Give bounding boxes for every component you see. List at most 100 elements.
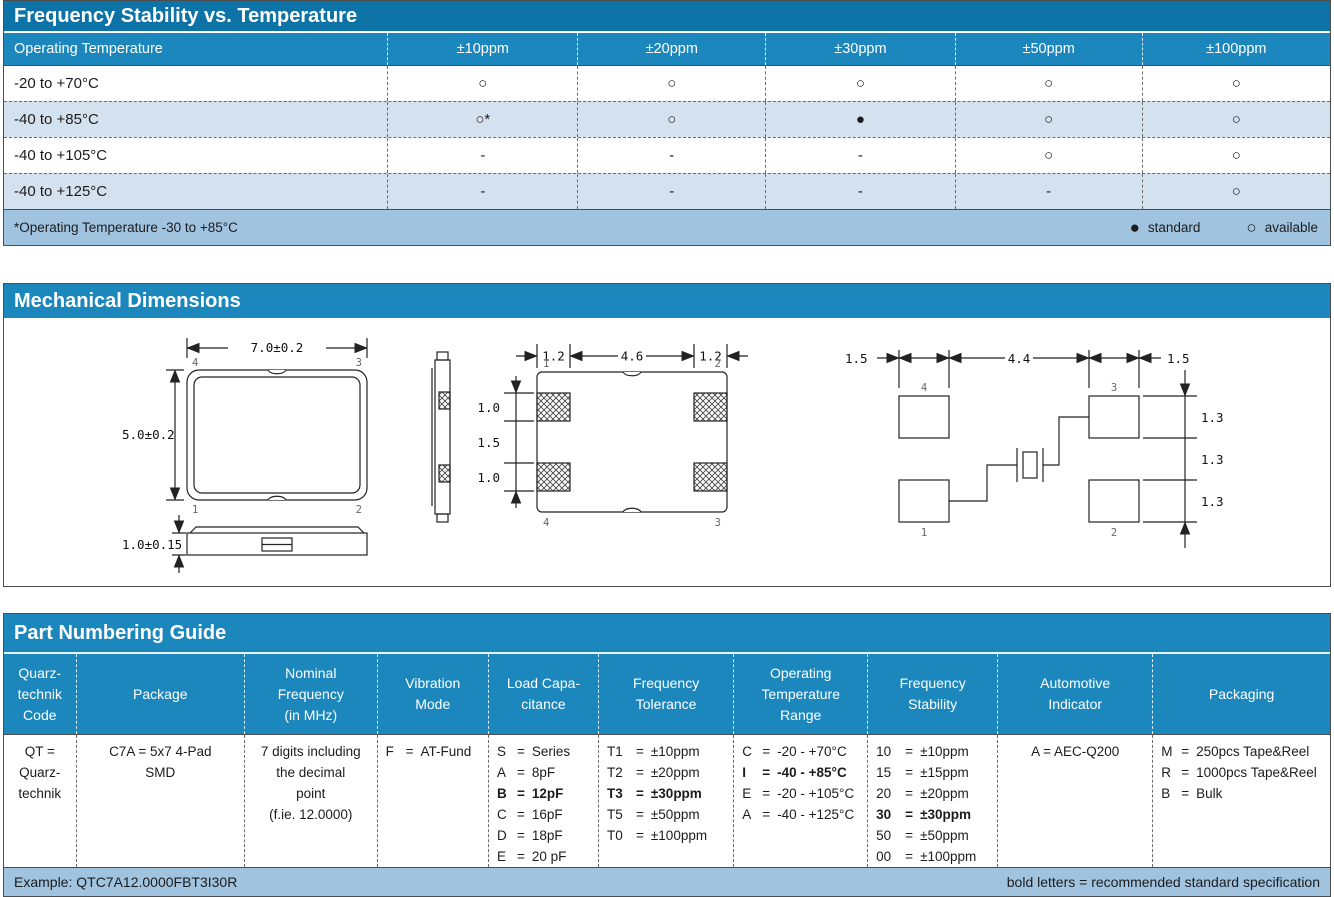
cell-load-capacitance: S=Series A=8pF B=12pF C=16pF D=18pF E=20… xyxy=(488,735,598,867)
availability-cell: ○* xyxy=(387,102,577,137)
code-value: 8pF xyxy=(532,763,555,784)
part-guide-body-row: QT = Quarz- technik C7A = 5x7 4-Pad SMD … xyxy=(4,735,1330,867)
code-value: ±15ppm xyxy=(920,763,969,784)
standard-icon: ● xyxy=(1130,219,1140,236)
land-dimension: 1.3 xyxy=(1201,494,1224,509)
code-value: ±30ppm xyxy=(651,784,702,805)
pad-number: 2 xyxy=(356,504,362,516)
code-key: T0 xyxy=(607,826,629,847)
equals-sign: = xyxy=(636,826,644,847)
table-row: -40 to +85°C ○* ○ ● ○ ○ xyxy=(4,101,1330,137)
equals-sign: = xyxy=(517,742,525,763)
pad-number: 2 xyxy=(715,358,721,370)
row-label: -40 to +125°C xyxy=(4,174,387,209)
cell-package: C7A = 5x7 4-Pad SMD xyxy=(76,735,244,867)
code-value: ±20ppm xyxy=(920,784,969,805)
code-key: T2 xyxy=(607,763,629,784)
code-key: 00 xyxy=(876,847,898,867)
equals-sign: = xyxy=(517,805,525,826)
code-value: 16pF xyxy=(532,805,563,826)
code-key: I xyxy=(742,763,755,784)
availability-cell: - xyxy=(577,174,765,209)
availability-cell: ○ xyxy=(577,102,765,137)
row-label: -40 to +85°C xyxy=(4,102,387,137)
availability-cell: ○ xyxy=(1142,174,1330,209)
col-header-50ppm: ±50ppm xyxy=(955,33,1142,65)
availability-cell: ○ xyxy=(955,138,1142,173)
equals-sign: = xyxy=(762,805,770,826)
section-gap xyxy=(0,246,1334,283)
availability-cell: - xyxy=(955,174,1142,209)
availability-cell: ○ xyxy=(1142,138,1330,173)
thickness-dimension: 1.0±0.15 xyxy=(122,537,182,552)
cell-frequency-tolerance: T1=±10ppm T2=±20ppm T3=±30ppm T5=±50ppm … xyxy=(598,735,733,867)
availability-cell: ○ xyxy=(577,66,765,101)
code-value: ±10ppm xyxy=(920,742,969,763)
col-header-packaging: Packaging xyxy=(1152,654,1330,734)
land-dimension: 4.4 xyxy=(1008,351,1031,366)
col-header-10ppm: ±10ppm xyxy=(387,33,577,65)
part-guide-header-row: Quarz- technik Code Package Nominal Freq… xyxy=(4,652,1330,735)
pad-span-dimension: 4.6 xyxy=(621,349,644,364)
available-icon: ○ xyxy=(1246,219,1256,236)
width-dimension: 7.0±0.2 xyxy=(251,340,304,355)
code-key: S xyxy=(497,742,510,763)
row-label: -20 to +70°C xyxy=(4,66,387,101)
code-value: 18pF xyxy=(532,826,563,847)
availability-cell: ○ xyxy=(387,66,577,101)
example-part-number: Example: QTC7A12.0000FBT3I30R xyxy=(14,874,237,890)
equals-sign: = xyxy=(762,763,770,784)
code-value: Series xyxy=(532,742,570,763)
availability-cell: - xyxy=(387,174,577,209)
code-key: A xyxy=(497,763,510,784)
equals-sign: = xyxy=(406,742,414,763)
col-header-vibration-mode: Vibration Mode xyxy=(377,654,488,734)
table-row: -40 to +125°C - - - - ○ xyxy=(4,173,1330,209)
land-dimension: 1.5 xyxy=(845,351,868,366)
equals-sign: = xyxy=(905,784,913,805)
code-value: ±30ppm xyxy=(920,805,971,826)
availability-cell: - xyxy=(765,138,955,173)
legend-standard-label: standard xyxy=(1148,220,1201,235)
row-label: -40 to +105°C xyxy=(4,138,387,173)
equals-sign: = xyxy=(517,763,525,784)
code-value: ±100ppm xyxy=(920,847,976,867)
equals-sign: = xyxy=(517,784,525,805)
code-key: M xyxy=(1161,742,1174,763)
availability-cell: ○ xyxy=(955,66,1142,101)
col-header-frequency-tolerance: Frequency Tolerance xyxy=(598,654,733,734)
part-guide-footer: Example: QTC7A12.0000FBT3I30R bold lette… xyxy=(4,867,1330,896)
equals-sign: = xyxy=(636,742,644,763)
availability-cell: ● xyxy=(765,102,955,137)
equals-sign: = xyxy=(636,763,644,784)
pad-number: 2 xyxy=(1111,527,1117,539)
availability-cell: - xyxy=(577,138,765,173)
pad-height-dimension: 1.0 xyxy=(477,400,500,415)
bottom-view-drawing: 1.2 4.6 1.2 1.0 1.5 1.0 1 2 4 3 xyxy=(412,332,757,537)
bold-note: bold letters = recommended standard spec… xyxy=(1007,874,1320,890)
availability-cell: ○ xyxy=(1142,66,1330,101)
code-value: ±50ppm xyxy=(651,805,700,826)
availability-cell: - xyxy=(387,138,577,173)
footnote: *Operating Temperature -30 to +85°C xyxy=(14,220,238,235)
cell-automotive-indicator: A = AEC-Q200 xyxy=(997,735,1152,867)
code-key: E xyxy=(742,784,755,805)
part-numbering-guide-section: Part Numbering Guide Quarz- technik Code… xyxy=(3,613,1331,897)
pad-number: 1 xyxy=(921,527,927,539)
code-key: T1 xyxy=(607,742,629,763)
col-header-quarztechnik-code: Quarz- technik Code xyxy=(4,654,76,734)
code-key: 20 xyxy=(876,784,898,805)
cell-nominal-frequency: 7 digits including the decimal point (f.… xyxy=(244,735,377,867)
code-key: C xyxy=(497,805,510,826)
col-header-30ppm: ±30ppm xyxy=(765,33,955,65)
col-header-automotive-indicator: Automotive Indicator xyxy=(997,654,1152,734)
code-key: 50 xyxy=(876,826,898,847)
code-key: B xyxy=(497,784,510,805)
code-key: R xyxy=(1161,763,1174,784)
equals-sign: = xyxy=(905,805,913,826)
code-value: 12pF xyxy=(532,784,564,805)
equals-sign: = xyxy=(636,784,644,805)
code-value: -40 - +85°C xyxy=(777,763,847,784)
code-value: 1000pcs Tape&Reel xyxy=(1196,763,1317,784)
land-pattern-drawing: 1.5 4.4 1.5 1.3 1.3 1.3 4 3 1 2 xyxy=(837,338,1232,550)
